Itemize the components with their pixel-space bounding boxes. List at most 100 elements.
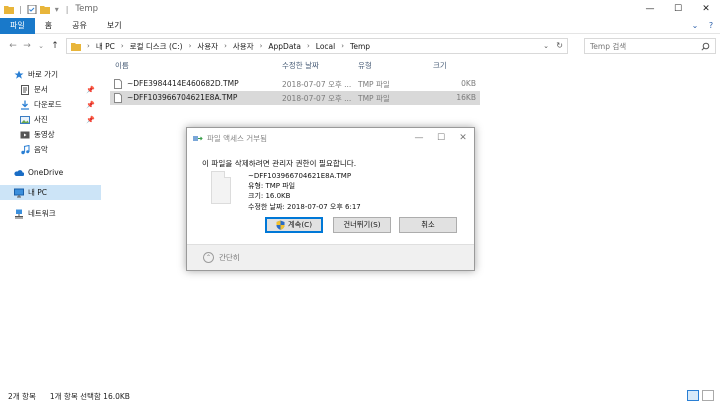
file-size: 크기: 16.0KB	[248, 192, 291, 201]
dialog-message: 이 파일을 삭제하려면 관리자 권한이 필요합니다.	[202, 159, 357, 168]
chevron-right-icon[interactable]: ›	[341, 42, 344, 50]
breadcrumb-item[interactable]: Local	[316, 42, 335, 51]
dialog-title-bar: 파일 액세스 거부됨 — ☐ ✕	[187, 128, 474, 148]
column-header-size[interactable]: 크기	[433, 60, 447, 72]
tab-view[interactable]: 보기	[97, 18, 132, 34]
pin-icon[interactable]: 📌	[86, 101, 95, 109]
chevron-right-icon[interactable]: ›	[189, 42, 192, 50]
file-large-icon	[211, 171, 231, 204]
address-bar[interactable]: › 내 PC › 로컬 디스크 (C:) › 사용자 › 사용자 › AppDa…	[66, 38, 568, 54]
download-icon	[21, 100, 29, 110]
pin-icon[interactable]: 📌	[86, 116, 95, 124]
file-name: ~DFF103966704621E8A.TMP	[127, 93, 238, 102]
folder-icon	[4, 5, 14, 14]
breadcrumb-item[interactable]: 로컬 디스크 (C:)	[130, 41, 183, 52]
window-controls: — ☐ ✕	[636, 0, 720, 18]
chevron-right-icon[interactable]: ›	[307, 42, 310, 50]
breadcrumb-item[interactable]: 사용자	[233, 41, 254, 52]
sidebar-item-label: 음악	[34, 145, 48, 154]
file-row-selected[interactable]: ~DFF103966704621E8A.TMP 2018-07-07 오후 ..…	[110, 91, 480, 105]
separator: |	[19, 4, 22, 14]
title-bar: | ▾ | Temp — ☐ ✕	[0, 0, 720, 18]
close-icon[interactable]: ✕	[692, 0, 720, 18]
maximize-icon[interactable]: ☐	[430, 128, 452, 148]
breadcrumb-item[interactable]: AppData	[268, 42, 301, 51]
properties-icon[interactable]	[27, 4, 37, 14]
item-count: 2개 항목	[8, 391, 36, 401]
chevron-up-icon[interactable]: ⌃	[203, 252, 214, 263]
breadcrumb-item[interactable]: Temp	[350, 42, 370, 51]
tab-file[interactable]: 파일	[0, 17, 35, 34]
breadcrumb-item[interactable]: 사용자	[197, 41, 218, 52]
cancel-button[interactable]: 취소	[399, 217, 457, 233]
address-dropdown-icon[interactable]: ⌄	[543, 42, 549, 50]
network-icon	[15, 209, 23, 218]
sidebar-item-music[interactable]: 음악	[0, 142, 101, 157]
sidebar-item-this-pc[interactable]: 내 PC	[0, 185, 101, 200]
file-type: TMP 파일	[358, 94, 390, 103]
search-icon	[701, 42, 710, 51]
close-icon[interactable]: ✕	[452, 128, 474, 148]
skip-label: 건너뛰기(S)	[343, 220, 381, 229]
large-icons-view-icon[interactable]	[702, 390, 714, 401]
expand-ribbon-icon[interactable]: ⌄	[690, 20, 700, 30]
sidebar-item-network[interactable]: 네트워크	[0, 206, 101, 221]
picture-icon	[20, 115, 30, 124]
sidebar-item-label: 네트워크	[28, 209, 56, 218]
sidebar-item-videos[interactable]: 동영상	[0, 127, 101, 142]
window-title: Temp	[75, 4, 99, 14]
cloud-icon	[14, 169, 24, 176]
file-size: 16KB	[456, 93, 476, 102]
file-type: TMP 파일	[358, 80, 390, 89]
maximize-icon[interactable]: ☐	[664, 0, 692, 18]
sidebar-item-onedrive[interactable]: OneDrive	[0, 165, 101, 180]
fewer-details-link[interactable]: 간단히	[219, 252, 240, 263]
breadcrumb-item[interactable]: 내 PC	[96, 41, 115, 52]
sidebar-item-documents[interactable]: 문서 📌	[0, 82, 101, 97]
separator: |	[65, 4, 69, 14]
chevron-right-icon[interactable]: ›	[260, 42, 263, 50]
skip-button[interactable]: 건너뛰기(S)	[333, 217, 391, 233]
sidebar-item-quick-access[interactable]: 바로 가기	[0, 67, 101, 82]
search-input[interactable]: Temp 검색	[584, 38, 716, 54]
recent-locations-icon[interactable]: ⌄	[34, 38, 48, 54]
sidebar-item-label: 바로 가기	[28, 70, 58, 79]
customize-dropdown-icon[interactable]: ▾	[53, 5, 61, 14]
tab-home[interactable]: 홈	[35, 18, 62, 34]
pin-icon[interactable]: 📌	[86, 86, 95, 94]
search-placeholder: Temp 검색	[590, 41, 627, 51]
new-folder-icon[interactable]	[39, 5, 50, 14]
file-name: ~DFF103966704621E8A.TMP	[248, 172, 352, 180]
column-header-type[interactable]: 유형	[358, 60, 372, 72]
sidebar-item-downloads[interactable]: 다운로드 📌	[0, 97, 101, 112]
minimize-icon[interactable]: —	[636, 0, 664, 18]
navigation-row: ← → ⌄ ↑ › 내 PC › 로컬 디스크 (C:) › 사용자 › 사용자…	[0, 36, 720, 56]
sidebar-item-pictures[interactable]: 사진 📌	[0, 112, 101, 127]
file-operation-icon	[193, 135, 203, 141]
forward-icon[interactable]: →	[20, 38, 34, 54]
back-icon[interactable]: ←	[6, 38, 20, 54]
dialog-controls: — ☐ ✕	[408, 128, 474, 148]
minimize-icon[interactable]: —	[408, 128, 430, 148]
help-icon[interactable]: ?	[706, 20, 716, 30]
file-row[interactable]: ~DFE3984414E460682D.TMP 2018-07-07 오후 ..…	[110, 77, 480, 91]
file-type: 유형: TMP 파일	[248, 182, 296, 191]
sidebar-item-label: OneDrive	[28, 168, 64, 177]
tab-share[interactable]: 공유	[62, 18, 97, 34]
document-icon	[21, 84, 29, 95]
details-view-icon[interactable]	[687, 390, 699, 401]
file-size: 0KB	[461, 79, 476, 88]
sidebar-item-label: 문서	[34, 85, 48, 94]
continue-button[interactable]: 계속(C)	[265, 217, 323, 233]
chevron-right-icon[interactable]: ›	[121, 42, 124, 50]
star-icon	[14, 70, 24, 79]
cancel-label: 취소	[421, 220, 435, 229]
column-header-name[interactable]: 이름	[115, 60, 129, 72]
access-denied-dialog: 파일 액세스 거부됨 — ☐ ✕ 이 파일을 삭제하려면 관리자 권한이 필요합…	[186, 127, 475, 271]
dialog-footer: ⌃ 간단히	[187, 244, 474, 270]
file-modified: 2018-07-07 오후 ...	[282, 80, 352, 89]
column-header-modified[interactable]: 수정한 날짜	[282, 60, 319, 72]
chevron-right-icon[interactable]: ›	[224, 42, 227, 50]
refresh-icon[interactable]: ↻	[556, 41, 563, 50]
up-icon[interactable]: ↑	[48, 38, 62, 54]
